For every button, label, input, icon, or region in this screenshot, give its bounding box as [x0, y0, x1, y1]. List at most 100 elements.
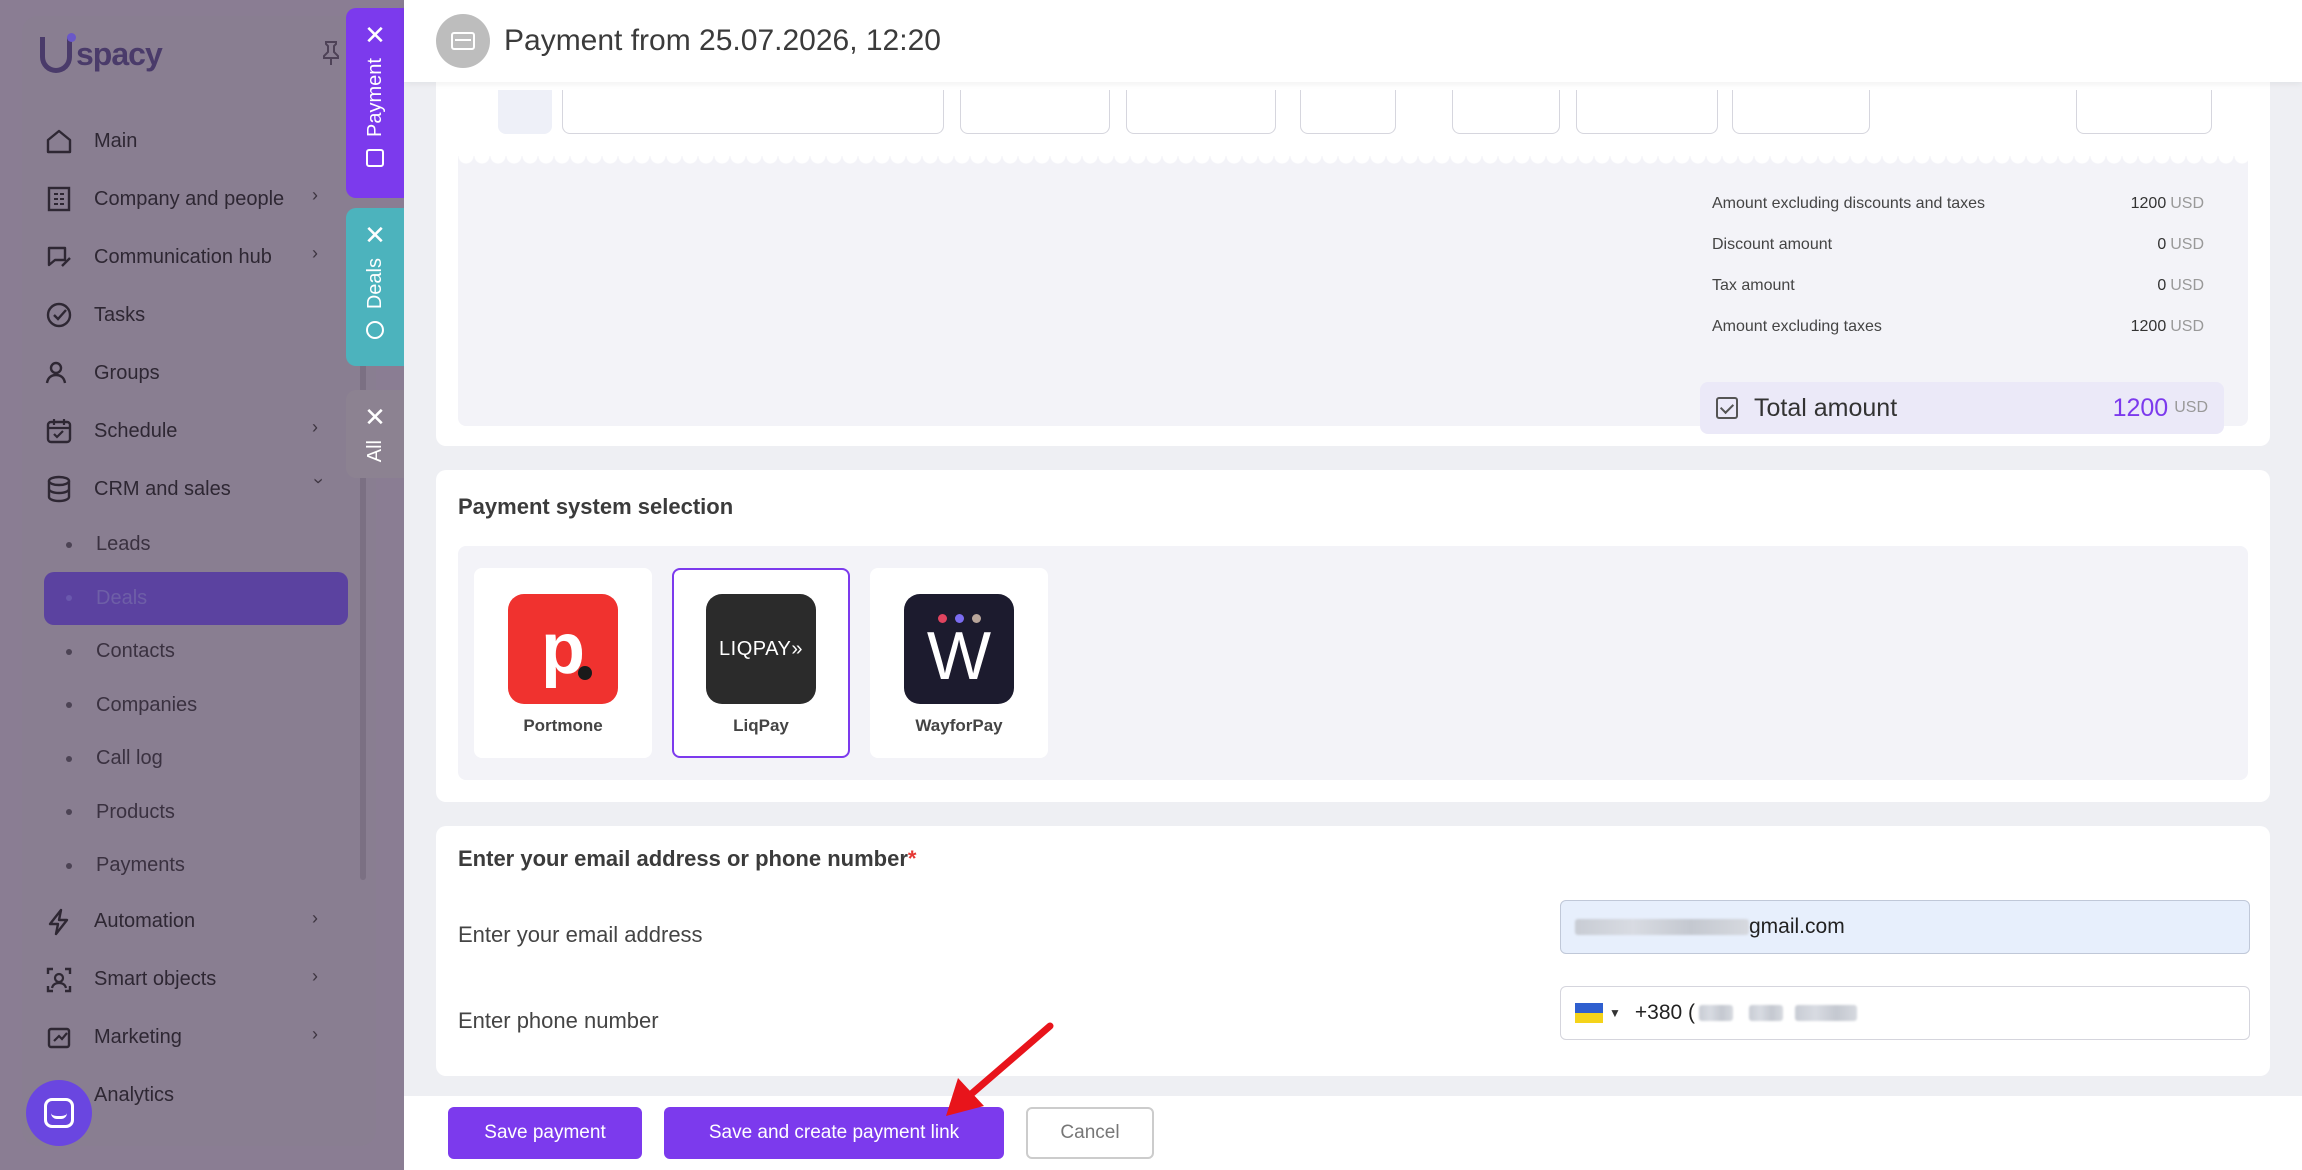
- summary-label: Amount excluding taxes: [1712, 318, 1882, 335]
- bullet-icon: [66, 809, 72, 816]
- total-label: Total amount: [1754, 393, 1898, 422]
- sidebar-item-label: Tasks: [94, 303, 146, 326]
- summary-label: Discount amount: [1712, 236, 1833, 253]
- summary-currency: USD: [2170, 318, 2204, 335]
- table-cell-stub[interactable]: [1576, 90, 1718, 134]
- payment-option-liqpay[interactable]: LIQPAY» LiqPay: [672, 568, 850, 758]
- redacted-text: [1749, 1005, 1784, 1021]
- close-icon[interactable]: ✕: [364, 22, 386, 48]
- sidebar-item-crm-and-sales[interactable]: CRM and sales ›: [44, 460, 344, 518]
- phone-prefix: +380 (: [1634, 1001, 1696, 1024]
- sidebar-item-tasks[interactable]: Tasks: [44, 286, 344, 344]
- sidebar-subitem-label: Contacts: [96, 640, 175, 663]
- sidebar-item-marketing[interactable]: Marketing ›: [44, 1009, 344, 1067]
- sidebar-item-label: Communication hub: [94, 245, 272, 268]
- app-logo[interactable]: spacy: [40, 32, 163, 73]
- table-cell-stub[interactable]: [562, 90, 944, 134]
- sidebar-item-label: Main: [94, 129, 138, 152]
- sidebar-item-main[interactable]: Main: [44, 112, 344, 170]
- redacted-text: [1575, 919, 1749, 935]
- sidebar-subitem-payments[interactable]: Payments: [44, 839, 344, 893]
- sidebar-item-schedule[interactable]: Schedule ›: [44, 402, 344, 460]
- sidebar-subitem-label: Products: [96, 800, 175, 823]
- summary-row: Amount excluding discounts and taxes 120…: [1712, 190, 2204, 218]
- sidebar: spacy Main Company and people › Communic…: [0, 0, 404, 1170]
- tab-payment[interactable]: ✕ Payment: [346, 8, 404, 198]
- bullet-icon: [66, 862, 72, 869]
- table-cell-stub[interactable]: [1126, 90, 1276, 134]
- sidebar-subitem-products[interactable]: Products: [44, 786, 344, 840]
- sidebar-subitem-contacts[interactable]: Contacts: [44, 625, 344, 679]
- table-cell-stub[interactable]: [1300, 90, 1396, 134]
- chevron-right-icon: ›: [312, 185, 318, 205]
- sidebar-subitem-call-log[interactable]: Call log: [44, 732, 344, 786]
- table-cell-stub: [498, 90, 552, 134]
- payment-option-portmone[interactable]: p Portmone: [474, 568, 652, 758]
- summary-currency: USD: [2170, 236, 2204, 253]
- chevron-right-icon: ›: [312, 965, 318, 986]
- smart-object-icon: [44, 965, 74, 995]
- tab-deals[interactable]: ✕ Deals: [346, 208, 404, 366]
- sidebar-item-automation[interactable]: Automation ›: [44, 893, 344, 951]
- bullet-icon: [66, 702, 72, 709]
- payment-system-card: Payment system selection p Portmone LIQP…: [436, 470, 2270, 802]
- section-title: Payment system selection: [458, 494, 734, 519]
- sidebar-item-label: Smart objects: [94, 968, 217, 990]
- logo-dots: [938, 614, 981, 623]
- email-field[interactable]: gmail.com: [1560, 900, 2250, 954]
- summary-card: Amount excluding discounts and taxes 120…: [436, 60, 2270, 446]
- summary-value: 1200: [2130, 318, 2167, 335]
- sidebar-item-label: Marketing: [94, 1026, 182, 1048]
- database-icon: [44, 474, 74, 504]
- chevron-right-icon: ›: [312, 417, 318, 437]
- sidebar-subitem-leads[interactable]: Leads: [44, 518, 344, 572]
- pin-icon[interactable]: [322, 40, 340, 66]
- ukraine-flag-icon[interactable]: [1575, 1003, 1603, 1023]
- section-title: Enter your email address or phone number…: [458, 846, 916, 872]
- close-icon[interactable]: ✕: [364, 404, 386, 430]
- phone-field[interactable]: ▼ +380 (: [1560, 986, 2250, 1040]
- table-cell-stub[interactable]: [2076, 90, 2212, 134]
- wayforpay-logo-icon: W: [904, 594, 1014, 704]
- payment-option-wayforpay[interactable]: W WayforPay: [870, 568, 1048, 758]
- email-value: gmail.com: [1749, 915, 1845, 938]
- tab-payment-label: Payment: [363, 58, 386, 137]
- logo-mark-icon: [40, 32, 76, 73]
- payment-options-area: p Portmone LIQPAY» LiqPay W WayforPay: [458, 546, 2248, 780]
- table-cell-stub[interactable]: [960, 90, 1110, 134]
- bullet-icon: [66, 648, 72, 655]
- payment-card-icon: [436, 14, 490, 68]
- deals-icon: [366, 321, 384, 340]
- sidebar-item-smart-objects[interactable]: Smart objects ›: [44, 951, 344, 1009]
- marketing-icon: [44, 1023, 74, 1053]
- sidebar-item-groups[interactable]: Groups: [44, 344, 344, 402]
- payment-panel: Payment from 25.07.2026, 12:20 Amount ex…: [404, 0, 2302, 1170]
- portmone-logo-text: p: [541, 609, 585, 689]
- support-chat-button[interactable]: [26, 1080, 92, 1146]
- sidebar-subitem-label: Companies: [96, 693, 198, 716]
- bullet-icon: [66, 541, 72, 548]
- summary-value: 1200: [2130, 195, 2167, 212]
- payment-option-name: Portmone: [523, 716, 603, 735]
- logo-text: spacy: [76, 36, 163, 72]
- tab-all[interactable]: ✕ All: [346, 390, 404, 478]
- save-payment-button[interactable]: Save payment: [448, 1107, 642, 1159]
- sidebar-item-label: Automation: [94, 910, 196, 932]
- summary-value: 0: [2157, 236, 2167, 253]
- chevron-right-icon: ›: [312, 907, 318, 928]
- total-amount-box: Total amount 1200 USD: [1700, 382, 2224, 434]
- sidebar-item-communication-hub[interactable]: Communication hub ›: [44, 228, 344, 286]
- table-cell-stub[interactable]: [1732, 90, 1870, 134]
- document-icon: [366, 148, 384, 167]
- sidebar-subitem-companies[interactable]: Companies: [44, 679, 344, 733]
- calendar-icon: [44, 416, 74, 446]
- wayforpay-logo-text: W: [926, 618, 992, 694]
- action-bar: Save payment Save and create payment lin…: [404, 1096, 2302, 1170]
- sidebar-subitem-label: Payments: [96, 854, 185, 877]
- redacted-text: [1699, 1005, 1734, 1021]
- caret-down-icon[interactable]: ▼: [1609, 1006, 1621, 1020]
- sidebar-subitem-deals[interactable]: Deals: [44, 571, 348, 625]
- close-icon[interactable]: ✕: [364, 222, 386, 248]
- table-cell-stub[interactable]: [1452, 90, 1560, 134]
- sidebar-item-company-and-people[interactable]: Company and people ›: [44, 170, 344, 228]
